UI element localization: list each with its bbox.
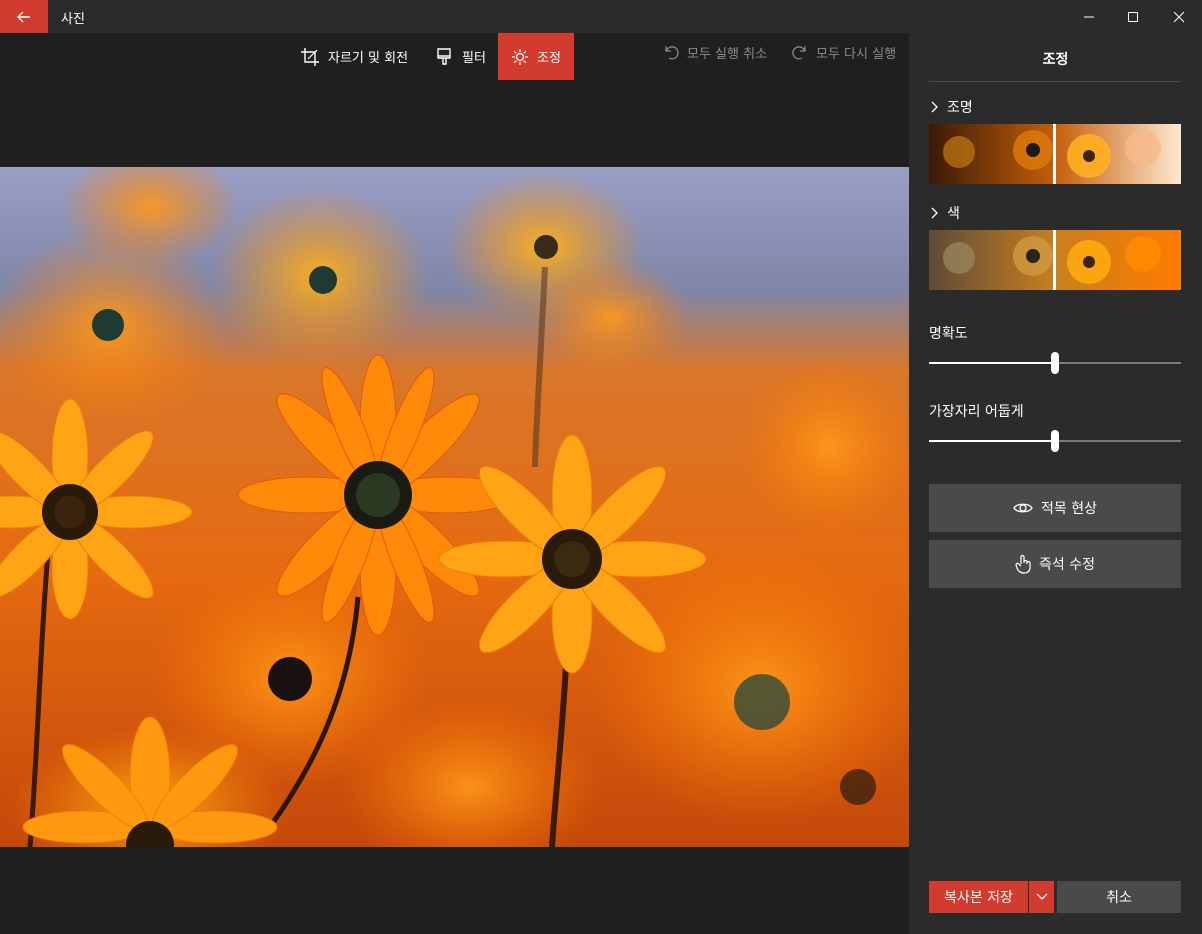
maximize-icon	[1128, 11, 1138, 22]
panel-title: 조정	[1042, 52, 1069, 68]
redo-all-label: 모두 다시 실행	[816, 46, 897, 62]
clarity-slider-fill	[929, 362, 1055, 364]
save-copy-label: 복사본 저장	[944, 890, 1013, 906]
editor-area: 자르기 및 회전 필터 조정 모두 실행 취소 모두 다시 실행	[0, 33, 909, 934]
chevron-right-icon	[931, 207, 938, 219]
adjust-panel: 조정 조명 색 명확도 가장자리 어둡게 적목 현상 즉석 수정 복사본 저장 …	[909, 33, 1202, 934]
section-light-toggle[interactable]: 조명	[929, 97, 973, 117]
tab-adjust-label: 조정	[537, 51, 561, 66]
undo-icon	[665, 46, 679, 60]
spot-fix-label: 즉석 수정	[1039, 557, 1095, 573]
tab-crop-rotate-label: 자르기 및 회전	[328, 51, 409, 66]
title-bar: 사진	[0, 0, 1202, 33]
spot-fix-button[interactable]: 즉석 수정	[929, 540, 1181, 588]
cancel-label: 취소	[1106, 890, 1132, 906]
maximize-button[interactable]	[1110, 0, 1156, 33]
clarity-slider[interactable]	[929, 351, 1181, 375]
close-icon	[1173, 11, 1185, 22]
vignette-slider-thumb[interactable]	[1051, 430, 1059, 452]
sun-icon	[512, 48, 529, 65]
clarity-slider-thumb[interactable]	[1051, 352, 1059, 374]
cancel-button[interactable]: 취소	[1057, 881, 1181, 913]
minimize-button[interactable]	[1066, 0, 1112, 33]
tab-filter-label: 필터	[462, 51, 486, 66]
save-options-dropdown[interactable]	[1029, 881, 1054, 913]
main-flower	[237, 354, 519, 636]
tab-filter[interactable]: 필터	[436, 33, 486, 80]
save-copy-button[interactable]: 복사본 저장	[929, 881, 1028, 913]
panel-divider	[929, 81, 1181, 82]
back-button[interactable]	[0, 0, 48, 33]
vignette-slider[interactable]	[929, 429, 1181, 453]
crop-icon	[301, 47, 319, 66]
light-preview-image	[929, 124, 1181, 184]
brush-icon	[437, 47, 451, 65]
eye-icon	[1013, 503, 1033, 513]
undo-all-button[interactable]: 모두 실행 취소	[663, 33, 767, 71]
light-preview-strip[interactable]	[929, 124, 1181, 184]
photo-canvas[interactable]	[0, 167, 909, 847]
touch-icon	[1015, 554, 1031, 574]
tab-crop-rotate[interactable]: 자르기 및 회전	[300, 33, 408, 80]
chevron-down-icon	[1036, 893, 1047, 900]
section-color-label: 색	[947, 206, 960, 222]
clarity-label: 명확도	[929, 326, 968, 342]
color-preview-image	[929, 230, 1181, 290]
arrow-left-icon	[17, 11, 30, 22]
chevron-right-icon	[931, 101, 938, 113]
close-button[interactable]	[1156, 0, 1202, 33]
redo-all-button[interactable]: 모두 다시 실행	[792, 33, 896, 71]
tab-adjust[interactable]: 조정	[498, 33, 574, 80]
section-light-label: 조명	[947, 100, 973, 116]
photo-image	[0, 167, 909, 847]
minimize-icon	[1084, 16, 1094, 17]
red-eye-button[interactable]: 적목 현상	[929, 484, 1181, 532]
section-color-toggle[interactable]: 색	[929, 203, 960, 223]
app-title: 사진	[61, 12, 85, 27]
redo-icon	[792, 46, 806, 60]
red-eye-label: 적목 현상	[1041, 501, 1097, 517]
undo-all-label: 모두 실행 취소	[687, 46, 768, 62]
vignette-label: 가장자리 어둡게	[929, 404, 1024, 420]
color-preview-strip[interactable]	[929, 230, 1181, 290]
vignette-slider-fill	[929, 440, 1055, 442]
